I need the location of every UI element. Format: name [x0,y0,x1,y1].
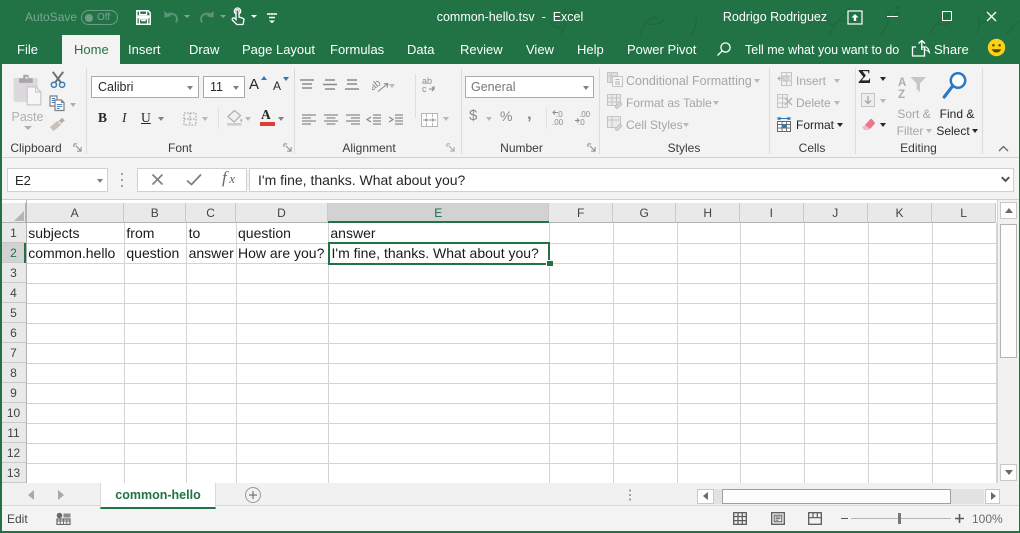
svg-text:ab: ab [372,77,384,93]
svg-text:.00: .00 [552,118,564,126]
svg-text:.0: .0 [578,118,585,126]
svg-text:c: c [422,84,427,93]
svg-text:A: A [898,77,906,89]
svg-text:Z: Z [898,89,905,100]
